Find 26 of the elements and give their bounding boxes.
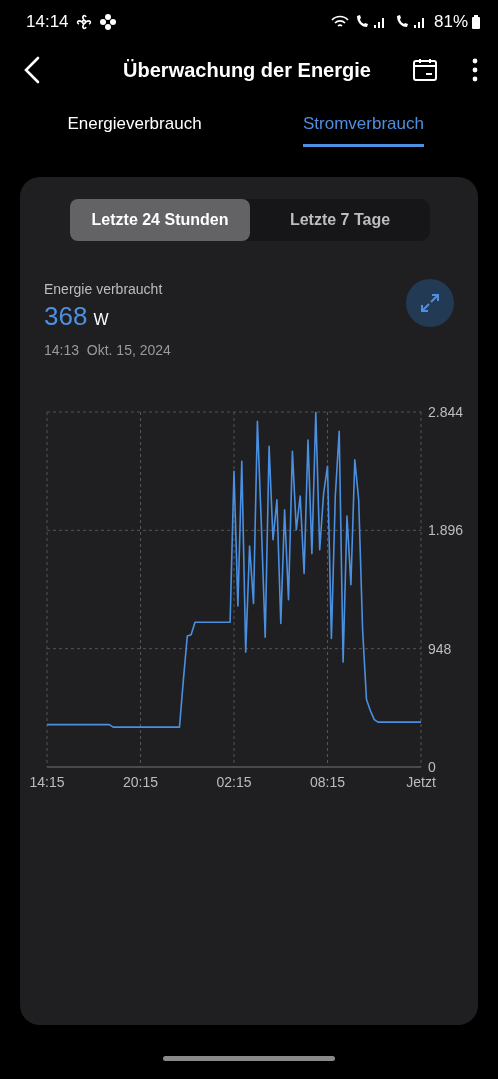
tab[interactable]: Energieverbrauch [20,106,249,159]
x-tick-label: 14:15 [29,774,65,790]
y-tick-label: 1.896 [428,522,464,539]
fan-icon [74,13,93,31]
x-tick-label: 08:15 [310,774,345,790]
range-option[interactable]: Letzte 24 Stunden [70,199,250,241]
x-tick-label: 20:15 [123,774,158,790]
y-tick-label: 0 [428,759,436,775]
reading-label: Energie verbraucht [44,281,164,297]
x-tick-label: Jetzt [406,774,436,790]
reading-value: 368 [44,301,88,332]
wifi-icon [329,14,350,30]
screen-title: Überwachung der Energie [122,58,372,82]
expand-button[interactable] [406,279,454,327]
reading-timestamp: 14:13 Okt. 15, 2024 [44,342,172,358]
x-tick-label: 02:15 [216,774,252,790]
battery-percent: 81% [433,12,468,32]
reading-unit: W [93,311,109,329]
status-time: 14:14 [26,12,69,32]
tab[interactable]: Stromverbrauch [249,106,478,159]
y-tick-label: 948 [428,640,452,657]
range-option[interactable]: Letzte 7 Tage [250,199,430,241]
expand-icon [419,292,441,314]
battery-icon [472,15,480,29]
y-tick-label: 2.844 [428,404,464,420]
flower-icon [98,13,117,31]
